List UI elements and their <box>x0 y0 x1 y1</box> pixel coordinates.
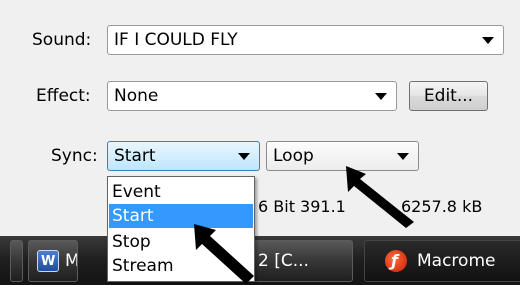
sync-select-value: Start <box>114 146 156 166</box>
sound-select-value: IF I COULD FLY <box>114 30 238 50</box>
sound-label: Sound: <box>32 30 92 50</box>
effect-select[interactable]: None <box>107 81 397 111</box>
sound-format-info: 6 Bit 391.1 <box>258 197 346 216</box>
sync-label: Sync: <box>51 146 98 166</box>
taskbar-item-label: 2 [C... <box>258 251 309 271</box>
taskbar: M 2 [C... Macrome <box>0 236 520 285</box>
word-document-icon <box>37 242 59 281</box>
chevron-down-icon <box>238 153 250 160</box>
flash-icon <box>385 241 407 281</box>
chevron-down-icon <box>397 153 409 160</box>
effect-select-value: None <box>114 86 159 106</box>
sync-option-event[interactable]: Event <box>109 180 253 204</box>
sound-properties-panel: Sound: IF I COULD FLY Effect: None Edit.… <box>0 0 520 236</box>
repeat-select-value: Loop <box>273 146 314 166</box>
taskbar-item-word[interactable]: M <box>28 240 78 282</box>
chevron-down-icon <box>375 93 387 100</box>
taskbar-item-left-edge[interactable] <box>10 240 23 282</box>
arrow-pointer-icon <box>346 166 414 228</box>
taskbar-item-label: M <box>65 241 77 281</box>
taskbar-item-macromedia[interactable]: Macrome <box>364 240 520 282</box>
edit-button[interactable]: Edit... <box>409 81 488 111</box>
sync-select[interactable]: Start <box>107 141 260 171</box>
taskbar-item-label: Macrome <box>417 251 496 271</box>
chevron-down-icon <box>482 37 494 44</box>
sound-select[interactable]: IF I COULD FLY <box>107 25 504 55</box>
arrow-pointer-icon <box>194 224 254 284</box>
effect-label: Effect: <box>36 86 91 106</box>
